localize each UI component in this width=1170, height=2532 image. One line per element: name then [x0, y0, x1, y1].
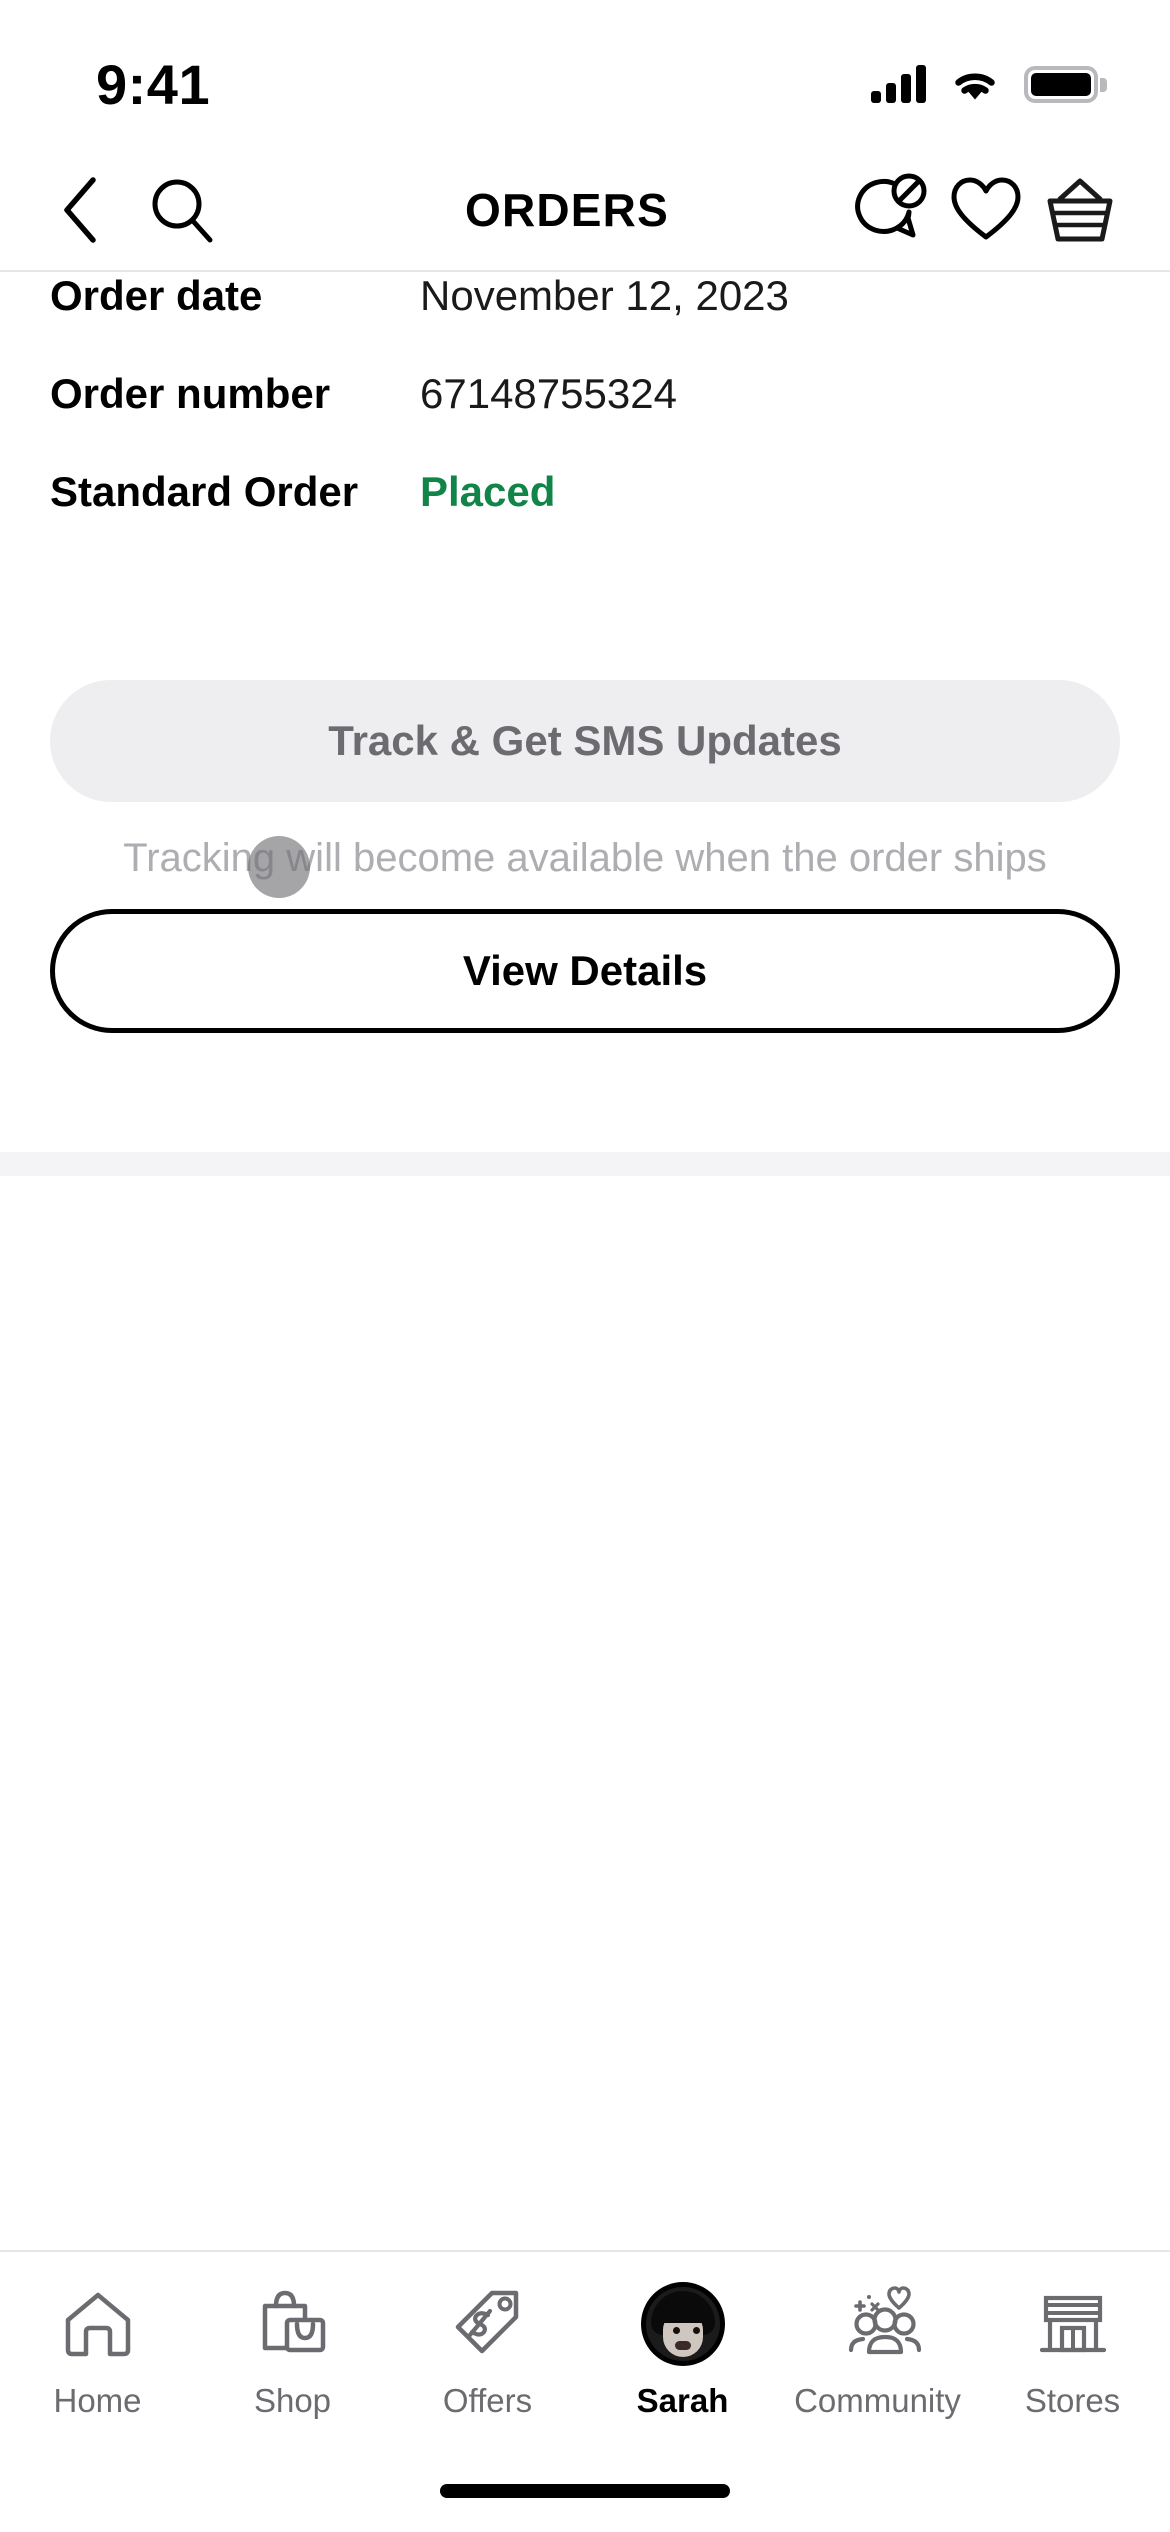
tab-community-label: Community: [794, 2382, 961, 2419]
shop-bags-icon: [253, 2280, 333, 2368]
chat-bubble-icon: [855, 173, 927, 238]
section-separator: [0, 1152, 1170, 1176]
tab-community[interactable]: Community: [780, 2280, 975, 2420]
cellular-signal-icon: [871, 65, 926, 103]
header-left-actions: [0, 164, 228, 256]
shopping-basket-icon: [1047, 178, 1113, 242]
tab-stores-label: Stores: [1024, 2382, 1121, 2419]
order-status-row: Standard Order Placed: [0, 468, 1170, 566]
search-icon: [152, 179, 213, 243]
search-button[interactable]: [136, 164, 228, 256]
header-right-actions: [846, 164, 1170, 256]
battery-icon: [1024, 65, 1107, 103]
order-number-row: Order number 67148755324: [0, 370, 1170, 468]
app-screen: 9:41 ORDERS Order date November 12, 2023…: [0, 0, 1170, 2532]
status-bar-icons: [871, 47, 1107, 103]
tab-offers[interactable]: Offers: [390, 2280, 585, 2420]
tab-profile-label: Sarah: [636, 2382, 729, 2419]
status-badge: Placed: [420, 468, 556, 515]
basket-button[interactable]: [1034, 164, 1126, 256]
favorites-button[interactable]: [940, 164, 1032, 256]
track-sms-updates-button[interactable]: Track & Get SMS Updates: [50, 680, 1120, 802]
tab-shop[interactable]: Shop: [195, 2280, 390, 2420]
status-bar-time: 9:41: [96, 52, 211, 116]
view-details-button[interactable]: View Details: [50, 909, 1120, 1033]
tab-shop-label: Shop: [253, 2382, 332, 2419]
avatar: [640, 2280, 725, 2368]
order-date-label: Order date: [50, 272, 263, 319]
order-actions: Track & Get SMS Updates Tracking will be…: [0, 680, 1170, 1033]
home-icon: [58, 2280, 138, 2368]
order-number-label: Order number: [50, 370, 331, 417]
storefront-icon: [1033, 2280, 1113, 2368]
order-summary: Order date November 12, 2023 Order numbe…: [0, 272, 1170, 566]
community-icon: [835, 2280, 921, 2368]
order-type-label: Standard Order: [50, 468, 359, 515]
chevron-left-icon: [64, 177, 96, 243]
tab-offers-label: Offers: [442, 2382, 533, 2419]
order-number-value: 67148755324: [420, 370, 677, 417]
home-indicator: [440, 2484, 730, 2498]
order-date-row: Order date November 12, 2023: [0, 272, 1170, 370]
status-bar: 9:41: [0, 0, 1170, 150]
tab-home[interactable]: Home: [0, 2280, 195, 2420]
order-date-value: November 12, 2023: [420, 272, 789, 319]
back-button[interactable]: [34, 164, 126, 256]
wifi-icon: [955, 73, 995, 100]
tab-profile-sarah[interactable]: Sarah: [585, 2280, 780, 2420]
app-header: ORDERS: [0, 150, 1170, 272]
tab-home-label: Home: [53, 2382, 142, 2419]
price-tag-icon: [448, 2280, 528, 2368]
chat-help-button[interactable]: [846, 164, 938, 256]
empty-content-area: [0, 1176, 1170, 2250]
tracking-availability-note: Tracking will become available when the …: [123, 836, 1047, 880]
page-title: ORDERS: [464, 184, 669, 236]
heart-icon: [951, 177, 1021, 240]
tab-stores[interactable]: Stores: [975, 2280, 1170, 2420]
